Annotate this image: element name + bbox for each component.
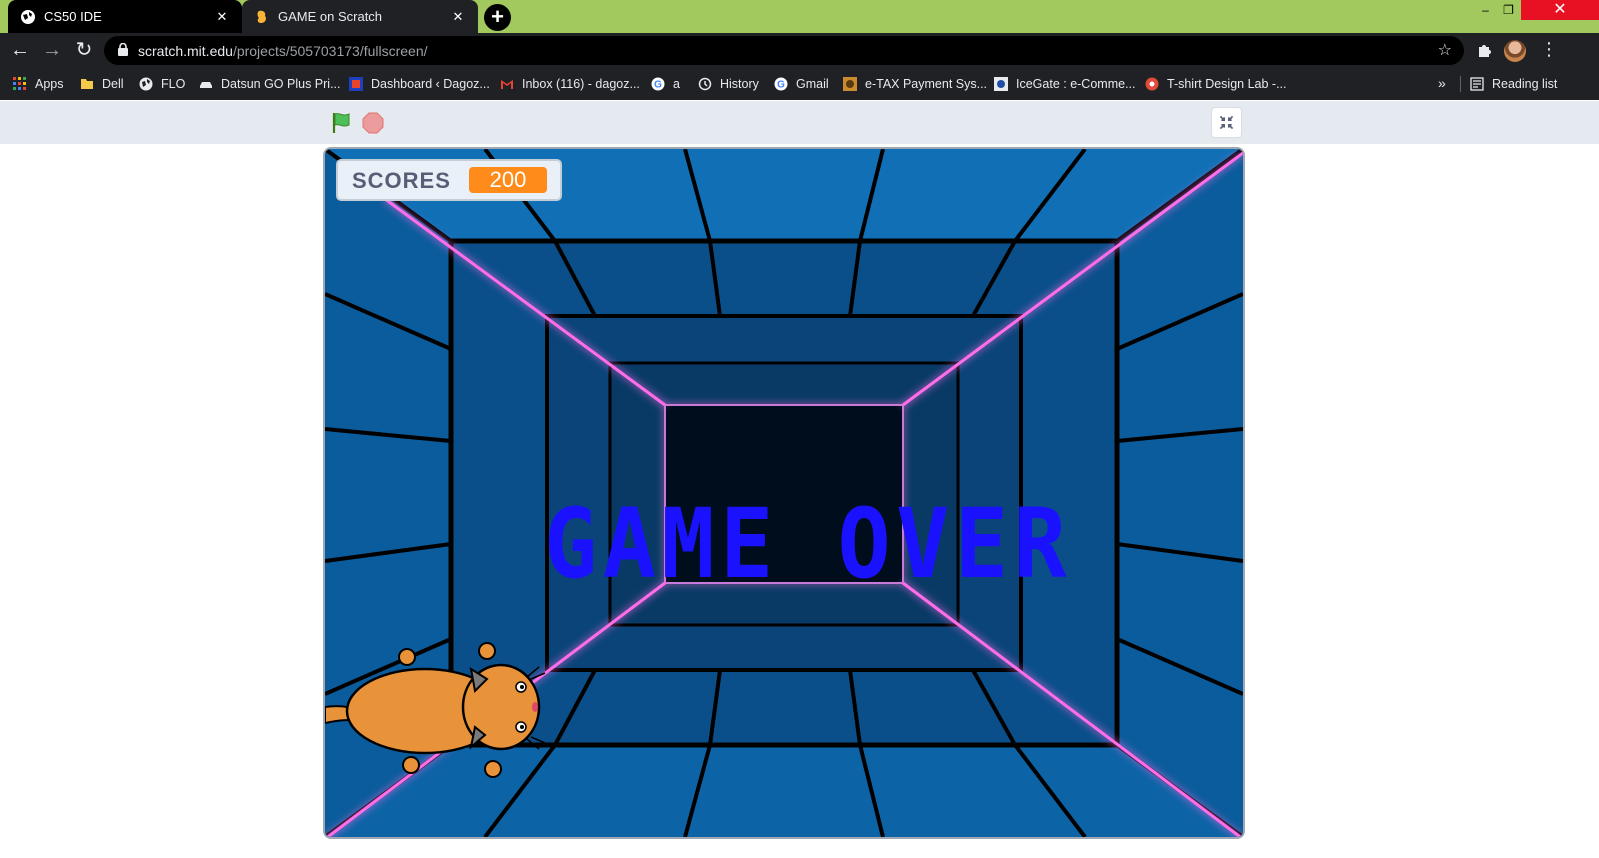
bookmark-label: History	[720, 77, 759, 91]
close-tab-icon[interactable]: ✕	[214, 9, 230, 25]
reload-icon: ↻	[75, 39, 93, 61]
bookmark-a[interactable]: G a	[651, 75, 680, 93]
bookmark-label: Datsun GO Plus Pri...	[221, 77, 341, 91]
bookmark-flo[interactable]: FLO	[139, 75, 185, 93]
bookmark-inbox[interactable]: Inbox (116) - dagoz...	[500, 75, 640, 93]
extensions-puzzle-icon[interactable]	[1476, 41, 1494, 59]
bookmark-label: IceGate : e-Comme...	[1016, 77, 1136, 91]
close-tab-icon[interactable]: ✕	[450, 9, 466, 25]
gmail-icon	[501, 80, 513, 89]
bookmarks-bar: Apps Dell FLO Datsun GO Plus Pri... Dash…	[0, 68, 1599, 100]
bookmarks-overflow-chevron-icon[interactable]: »	[1438, 75, 1446, 91]
forward-button[interactable]: →	[40, 39, 64, 63]
apps-grid-icon	[13, 77, 26, 90]
site-icon	[349, 77, 363, 91]
bookmark-label: a	[673, 77, 680, 91]
google-icon: G	[774, 77, 788, 91]
tab-strip: CS50 IDE ✕ GAME on Scratch ✕ + – ❐ ✕	[0, 0, 1599, 33]
menu-kebab-icon[interactable]: ⋮	[1540, 39, 1558, 60]
bookmark-label: Gmail	[796, 77, 829, 91]
score-value: 200	[469, 167, 547, 193]
shrink-icon	[1219, 115, 1234, 130]
reading-list-label: Reading list	[1492, 77, 1558, 91]
hamster-sprite	[325, 642, 546, 778]
profile-avatar[interactable]	[1504, 40, 1526, 62]
reading-list-button[interactable]: Reading list	[1470, 75, 1557, 93]
bookmark-apps[interactable]: Apps	[13, 75, 64, 93]
google-icon: G	[651, 77, 665, 91]
stop-sign-icon[interactable]	[362, 112, 384, 134]
bookmark-dell[interactable]: Dell	[80, 75, 124, 93]
bookmark-gmail[interactable]: G Gmail	[774, 75, 829, 93]
tab-cs50-ide[interactable]: CS50 IDE ✕	[8, 0, 242, 33]
bookmark-icegate[interactable]: IceGate : e-Comme...	[994, 75, 1135, 93]
score-monitor: SCORES 200	[336, 159, 562, 201]
bookmark-label: Apps	[35, 77, 64, 91]
plus-icon: +	[491, 4, 504, 29]
globe-icon	[21, 9, 35, 24]
reading-list-icon	[1470, 77, 1484, 91]
bookmark-label: Inbox (116) - dagoz...	[522, 77, 640, 91]
score-label: SCORES	[352, 168, 451, 193]
bookmark-label: Dashboard ‹ Dagoz...	[371, 77, 490, 91]
bookmark-label: T-shirt Design Lab -...	[1167, 77, 1287, 91]
history-icon	[698, 77, 712, 91]
svg-text:G: G	[777, 80, 785, 91]
back-button[interactable]: ←	[8, 39, 32, 63]
scratch-player-controls	[0, 101, 1599, 144]
address-bar[interactable]: scratch.mit.edu/projects/505703173/fulls…	[104, 36, 1464, 65]
flower-icon	[1145, 77, 1159, 91]
exit-fullscreen-button[interactable]	[1211, 107, 1242, 138]
new-tab-button[interactable]: +	[484, 4, 511, 31]
browser-toolbar: ← → ↻ scratch.mit.edu/projects/505703173…	[0, 33, 1599, 68]
tab-title: CS50 IDE	[44, 9, 102, 24]
forward-arrow-icon: →	[42, 39, 62, 61]
svg-text:G: G	[654, 80, 662, 91]
emblem-icon	[994, 77, 1008, 91]
url-host: scratch.mit.edu	[138, 43, 233, 59]
folder-icon	[81, 79, 93, 89]
tab-game-on-scratch[interactable]: GAME on Scratch ✕	[242, 0, 478, 33]
bookmark-label: FLO	[161, 77, 186, 91]
bookmark-datsun[interactable]: Datsun GO Plus Pri...	[199, 75, 340, 93]
reload-button[interactable]: ↻	[72, 39, 96, 63]
bookmark-tshirt[interactable]: T-shirt Design Lab -...	[1145, 75, 1287, 93]
green-flag-icon[interactable]	[330, 111, 354, 135]
scratch-icon	[257, 10, 266, 23]
site-icon	[843, 77, 857, 91]
lock-icon	[118, 43, 128, 56]
bookmark-history[interactable]: History	[698, 75, 759, 93]
car-icon	[200, 82, 212, 88]
url-path: /projects/505703173/fullscreen/	[232, 43, 428, 59]
globe-icon	[139, 77, 153, 91]
back-arrow-icon: ←	[10, 39, 30, 61]
bookmark-etax[interactable]: e-TAX Payment Sys...	[843, 75, 987, 93]
tab-title: GAME on Scratch	[278, 9, 383, 24]
divider	[1460, 76, 1461, 92]
bookmark-star-icon[interactable]: ☆	[1438, 40, 1452, 60]
close-window-button[interactable]: ✕	[1521, 0, 1599, 20]
bookmark-label: e-TAX Payment Sys...	[865, 77, 988, 91]
bookmark-label: Dell	[102, 77, 124, 91]
game-over-text: GAME OVER	[544, 488, 1073, 600]
url-text: scratch.mit.edu/projects/505703173/fulls…	[138, 43, 428, 59]
bookmark-dashboard[interactable]: Dashboard ‹ Dagoz...	[349, 75, 490, 93]
